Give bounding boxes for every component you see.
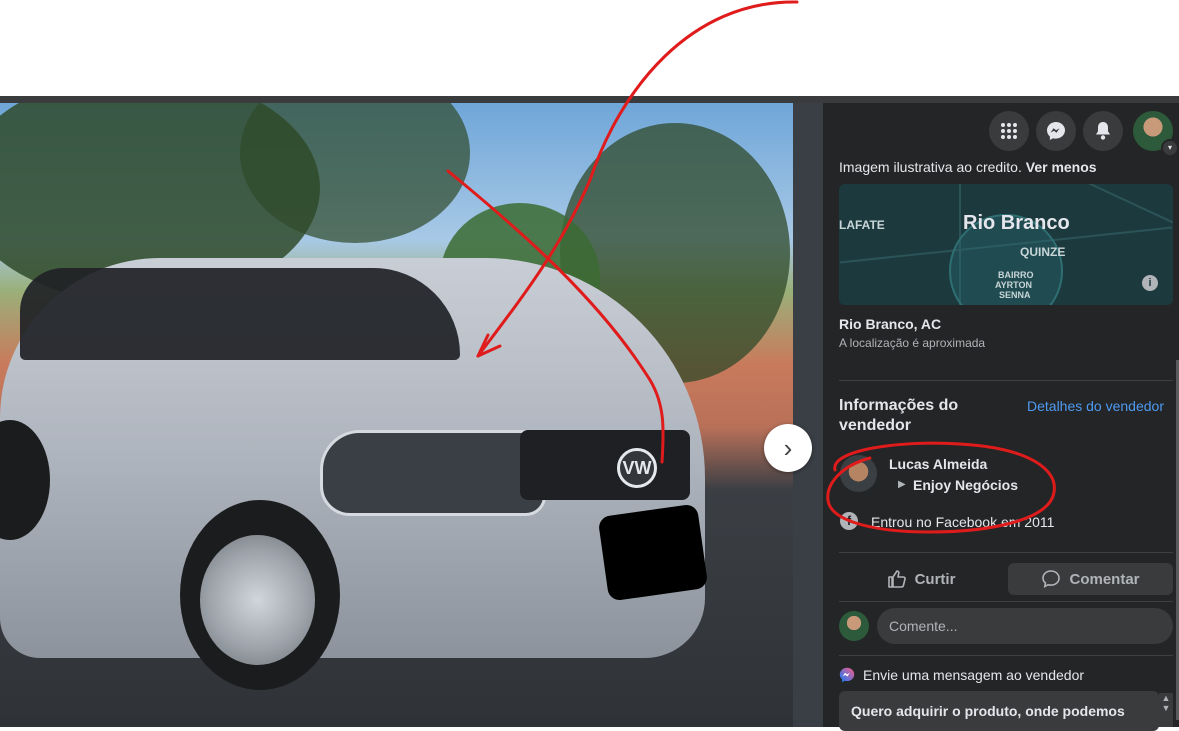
seller-joined-date: Entrou no Facebook em 2011	[871, 514, 1055, 530]
map-label-lafate: LAFATE	[839, 218, 885, 232]
comment-input[interactable]: Comente...	[877, 608, 1173, 644]
map-info-icon[interactable]: i	[1142, 275, 1158, 291]
front-wheel-rim	[200, 535, 315, 665]
top-nav-icons: ▾	[823, 103, 1179, 159]
account-chevron-icon[interactable]: ▾	[1161, 139, 1179, 157]
car-window	[20, 268, 460, 360]
section-divider	[839, 552, 1173, 553]
chevron-right-icon: ›	[783, 432, 793, 463]
section-divider	[839, 655, 1173, 656]
section-divider	[839, 380, 1173, 381]
thumbs-up-icon	[887, 570, 906, 588]
next-photo-button[interactable]: ›	[764, 424, 812, 472]
notifications-button[interactable]	[1083, 111, 1123, 151]
location-title: Rio Branco, AC	[839, 316, 942, 332]
description-text: Imagem ilustrativa ao credito.	[839, 159, 1022, 175]
comment-placeholder: Comente...	[889, 618, 958, 634]
car-badge: VW	[617, 448, 657, 488]
caret-right-icon: ▶	[898, 479, 906, 490]
map-label-senna: SENNA	[999, 290, 1031, 300]
message-draft-text: Quero adquirir o produto, onde podemos	[851, 703, 1125, 719]
like-label: Curtir	[914, 570, 956, 588]
grid-menu-icon	[1001, 123, 1017, 139]
map-road	[1054, 184, 1173, 224]
description-tail: Imagem ilustrativa ao credito. Ver menos	[839, 159, 1097, 175]
map-label-bairro: BAIRRO	[998, 270, 1034, 280]
seller-store-name[interactable]: Enjoy Negócios	[913, 477, 1018, 493]
car-headlight	[320, 430, 546, 516]
messenger-button[interactable]	[1036, 111, 1076, 151]
see-less-link[interactable]: Ver menos	[1026, 159, 1097, 175]
message-seller-title: Envie uma mensagem ao vendedor	[863, 667, 1085, 683]
textarea-scroll-arrows[interactable]: ▲ ▼	[1159, 693, 1173, 727]
map-label-quinze: QUINZE	[1020, 245, 1066, 259]
censored-license-plate	[597, 503, 709, 602]
comment-button[interactable]: Comentar	[1008, 563, 1173, 595]
section-divider	[839, 601, 1173, 602]
seller-section-title-line1: Informações do	[839, 397, 959, 414]
comment-label: Comentar	[1069, 570, 1140, 588]
location-map[interactable]: Rio Branco LAFATE QUINZE BAIRRO AYRTON S…	[839, 184, 1173, 305]
bell-icon	[1096, 122, 1110, 140]
message-textarea[interactable]: Quero adquirir o produto, onde podemos	[839, 691, 1159, 731]
photo-viewer-edge	[793, 103, 823, 727]
facebook-icon: f	[840, 512, 858, 530]
menu-button[interactable]	[989, 111, 1029, 151]
like-button[interactable]: Curtir	[839, 563, 1003, 595]
seller-avatar[interactable]	[840, 455, 877, 492]
location-note: A localização é aproximada	[839, 336, 986, 350]
map-city-label: Rio Branco	[963, 212, 1070, 234]
messenger-icon	[1047, 122, 1065, 140]
window-top-border	[0, 96, 1179, 103]
comment-bubble-icon	[1042, 570, 1061, 588]
seller-details-link[interactable]: Detalhes do vendedor	[1027, 398, 1164, 414]
seller-name[interactable]: Lucas Almeida	[889, 456, 987, 472]
commenter-avatar	[839, 611, 869, 641]
map-label-ayrton: AYRTON	[995, 280, 1033, 290]
car-grille	[520, 430, 690, 500]
seller-section-title-line2: vendedor	[839, 417, 912, 434]
